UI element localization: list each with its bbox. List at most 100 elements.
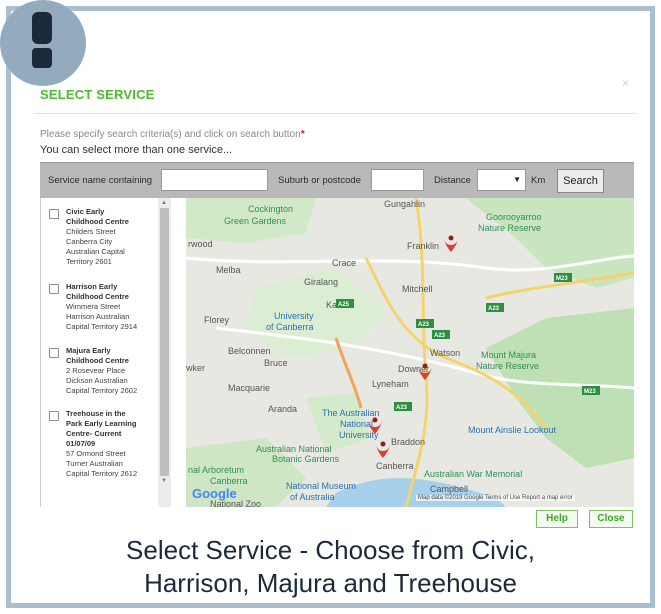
dialog-title: SELECT SERVICE [40, 87, 155, 102]
map-label: Watson [430, 348, 460, 358]
map-label: nal Arboretum [188, 465, 244, 475]
instruction-text: Please specify search criteria(s) and cl… [40, 129, 301, 140]
service-name: Majura Early [66, 346, 111, 355]
map-attribution[interactable]: Map data ©2019 Google Terms of Use Repor… [416, 495, 575, 501]
service-name: Centre- Current [66, 429, 122, 438]
multi-select-note: You can select more than one service... [40, 144, 233, 156]
service-item[interactable]: Civic Early Childhood Centre Childers St… [49, 207, 161, 267]
service-name: Childhood Centre [66, 217, 129, 226]
map-label: Canberra [210, 476, 248, 486]
svg-text:A23: A23 [396, 405, 408, 411]
service-name: 01/07/09 [66, 439, 96, 448]
search-button[interactable]: Search [557, 169, 604, 193]
close-button[interactable]: Close [589, 510, 633, 528]
highway-shield: A23 [486, 303, 504, 312]
service-name: Park Early Learning [66, 419, 137, 428]
svg-text:A23: A23 [488, 306, 500, 312]
list-scrollbar[interactable]: ▲ ▼ [158, 198, 171, 507]
map-label: Australian War Memorial [424, 469, 522, 479]
map-label: Botanic Gardens [272, 454, 340, 464]
map-label: Nature Reserve [478, 223, 541, 233]
highway-shield: M23 [554, 273, 572, 282]
help-button[interactable]: Help [536, 510, 578, 528]
service-name: Civic Early [66, 207, 105, 216]
caption-line-1: Select Service - Choose from Civic, [126, 535, 535, 565]
chevron-down-icon: ▼ [513, 175, 521, 184]
map-label: Mitchell [402, 284, 433, 294]
scroll-down-icon[interactable]: ▼ [161, 478, 167, 484]
service-address: Capital Territory 2914 [66, 322, 138, 331]
km-unit-label: Km [531, 175, 546, 186]
map-label: Aranda [268, 404, 297, 414]
service-name: Childhood Centre [66, 292, 129, 301]
service-name-input[interactable] [161, 169, 268, 191]
service-item[interactable]: Harrison Early Childhood Centre Wimmera … [49, 282, 161, 332]
service-name: Harrison Early [66, 282, 118, 291]
map-label: Campbell [430, 484, 468, 494]
map-label: Cockington [248, 204, 293, 214]
highway-shield: A23 [416, 319, 434, 328]
distance-label: Distance [434, 175, 471, 186]
service-item[interactable]: Treehouse in the Park Early Learning Cen… [49, 409, 161, 479]
service-address: Canberra City [66, 237, 113, 246]
map-label: Mount Ainslie Lookout [468, 425, 557, 435]
svg-text:A23: A23 [418, 322, 430, 328]
service-item[interactable]: Majura Early Childhood Centre 2 Rosevear… [49, 346, 161, 396]
map-label: Canberra [376, 461, 414, 471]
suburb-input[interactable] [371, 169, 424, 191]
highway-shield: A25 [336, 299, 354, 308]
map-label: University [274, 311, 314, 321]
map-label: Goorooyarroo [486, 212, 542, 222]
map-canvas: Cockington Green Gardens Gungahlin Gooro… [186, 198, 634, 507]
service-address: Harrison Australian [66, 312, 130, 321]
map-label: of Canberra [266, 322, 314, 332]
service-checkbox[interactable] [49, 209, 59, 219]
map-label: University [339, 430, 379, 440]
service-name: Treehouse in the [66, 409, 126, 418]
map-label: Giralang [304, 277, 338, 287]
service-address: Childers Street [66, 227, 116, 236]
exclamation-badge [0, 0, 86, 86]
google-logo: Google [192, 486, 237, 501]
service-address: Capital Territory 2612 [66, 469, 138, 478]
map-label: Belconnen [228, 346, 271, 356]
service-list: Civic Early Childhood Centre Childers St… [40, 198, 172, 507]
service-checkbox[interactable] [49, 284, 59, 294]
dialog-divider [34, 113, 637, 114]
map-label: Crace [332, 258, 356, 268]
service-checkbox[interactable] [49, 411, 59, 421]
map-view[interactable]: Cockington Green Gardens Gungahlin Gooro… [186, 198, 634, 507]
exclamation-dot [32, 48, 52, 68]
map-label: rwood [188, 239, 213, 249]
service-address: Wimmera Street [66, 302, 121, 311]
scroll-up-icon[interactable]: ▲ [161, 200, 167, 206]
map-label: Franklin [407, 241, 439, 251]
service-address: Capital Territory 2602 [66, 386, 138, 395]
highway-shield: A23 [432, 330, 450, 339]
service-address: Turner Australian [66, 459, 123, 468]
service-address: 57 Ormond Street [66, 449, 126, 458]
service-address: Territory 2601 [66, 257, 112, 266]
map-label: Melba [216, 265, 241, 275]
map-label: Lyneham [372, 379, 409, 389]
map-label: Australian National [256, 444, 332, 454]
map-label: Braddon [391, 437, 425, 447]
service-address: 2 Rosevear Place [66, 366, 126, 375]
map-label: Macquarie [228, 383, 270, 393]
dialog-close-icon[interactable]: × [622, 76, 629, 90]
caption-line-2: Harrison, Majura and Treehouse [144, 568, 517, 598]
service-address: Australian Capital [66, 247, 125, 256]
distance-select[interactable]: ▼ [477, 169, 526, 191]
map-label: Bruce [264, 358, 288, 368]
svg-text:M23: M23 [556, 276, 568, 282]
map-label: Florey [204, 315, 230, 325]
svg-text:M23: M23 [584, 389, 596, 395]
service-name: Childhood Centre [66, 356, 129, 365]
map-label: The Australian [322, 408, 380, 418]
scroll-thumb[interactable] [160, 208, 169, 476]
map-label: wker [186, 363, 205, 373]
exclamation-icon [32, 12, 52, 44]
map-label: Green Gardens [224, 216, 287, 226]
svg-text:A23: A23 [434, 333, 446, 339]
service-checkbox[interactable] [49, 348, 59, 358]
